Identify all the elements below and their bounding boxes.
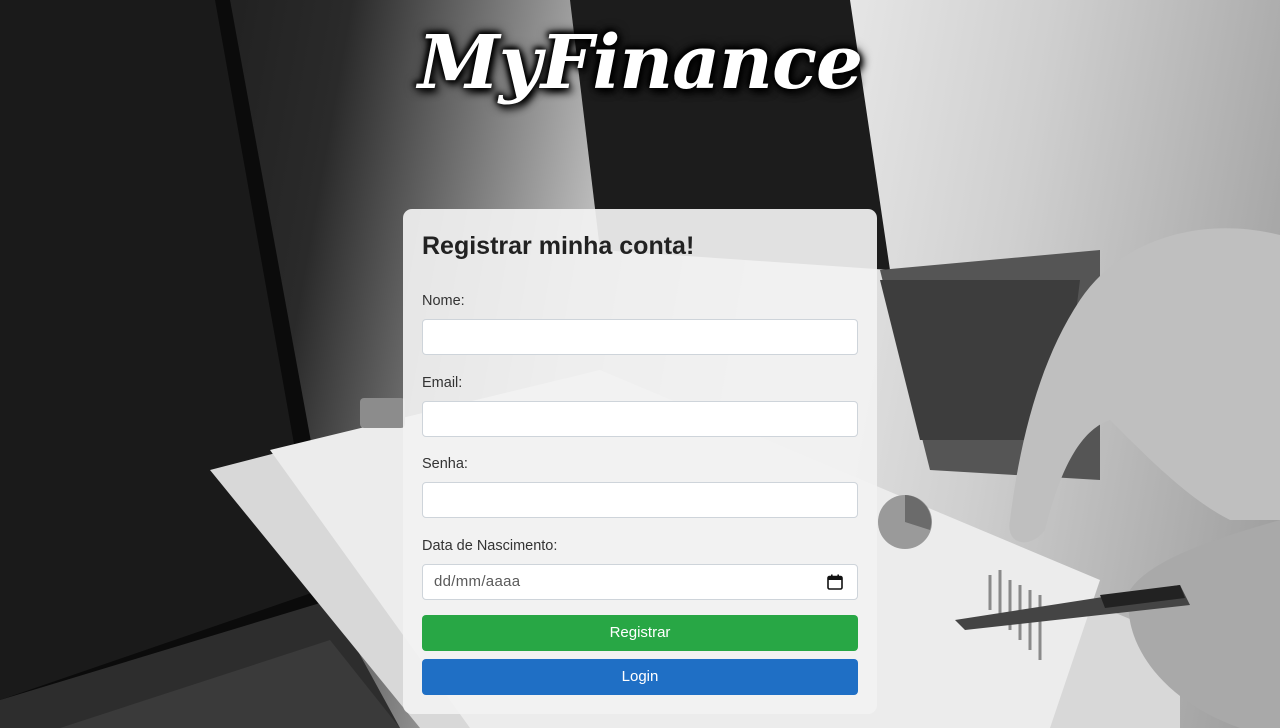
email-label: Email:: [422, 375, 463, 391]
password-input[interactable]: [422, 482, 858, 518]
login-button[interactable]: Login: [422, 659, 858, 695]
email-input[interactable]: [422, 401, 858, 437]
birthdate-placeholder: dd/mm/aaaa: [434, 573, 521, 590]
register-form-card: Registrar minha conta! Nome: Email: Senh…: [403, 209, 877, 714]
name-input[interactable]: [422, 319, 858, 355]
name-label: Nome:: [422, 293, 465, 309]
form-title: Registrar minha conta!: [422, 232, 695, 260]
app-logo: MyFinance: [417, 20, 863, 106]
calendar-icon[interactable]: [827, 574, 843, 590]
register-button[interactable]: Registrar: [422, 615, 858, 651]
birthdate-group: Data de Nascimento: dd/mm/aaaa: [422, 536, 858, 600]
name-group: Nome:: [422, 291, 858, 355]
password-label: Senha:: [422, 456, 468, 472]
birthdate-label: Data de Nascimento:: [422, 538, 558, 554]
password-group: Senha:: [422, 454, 858, 518]
email-group: Email:: [422, 373, 858, 437]
birthdate-input[interactable]: dd/mm/aaaa: [422, 564, 858, 600]
